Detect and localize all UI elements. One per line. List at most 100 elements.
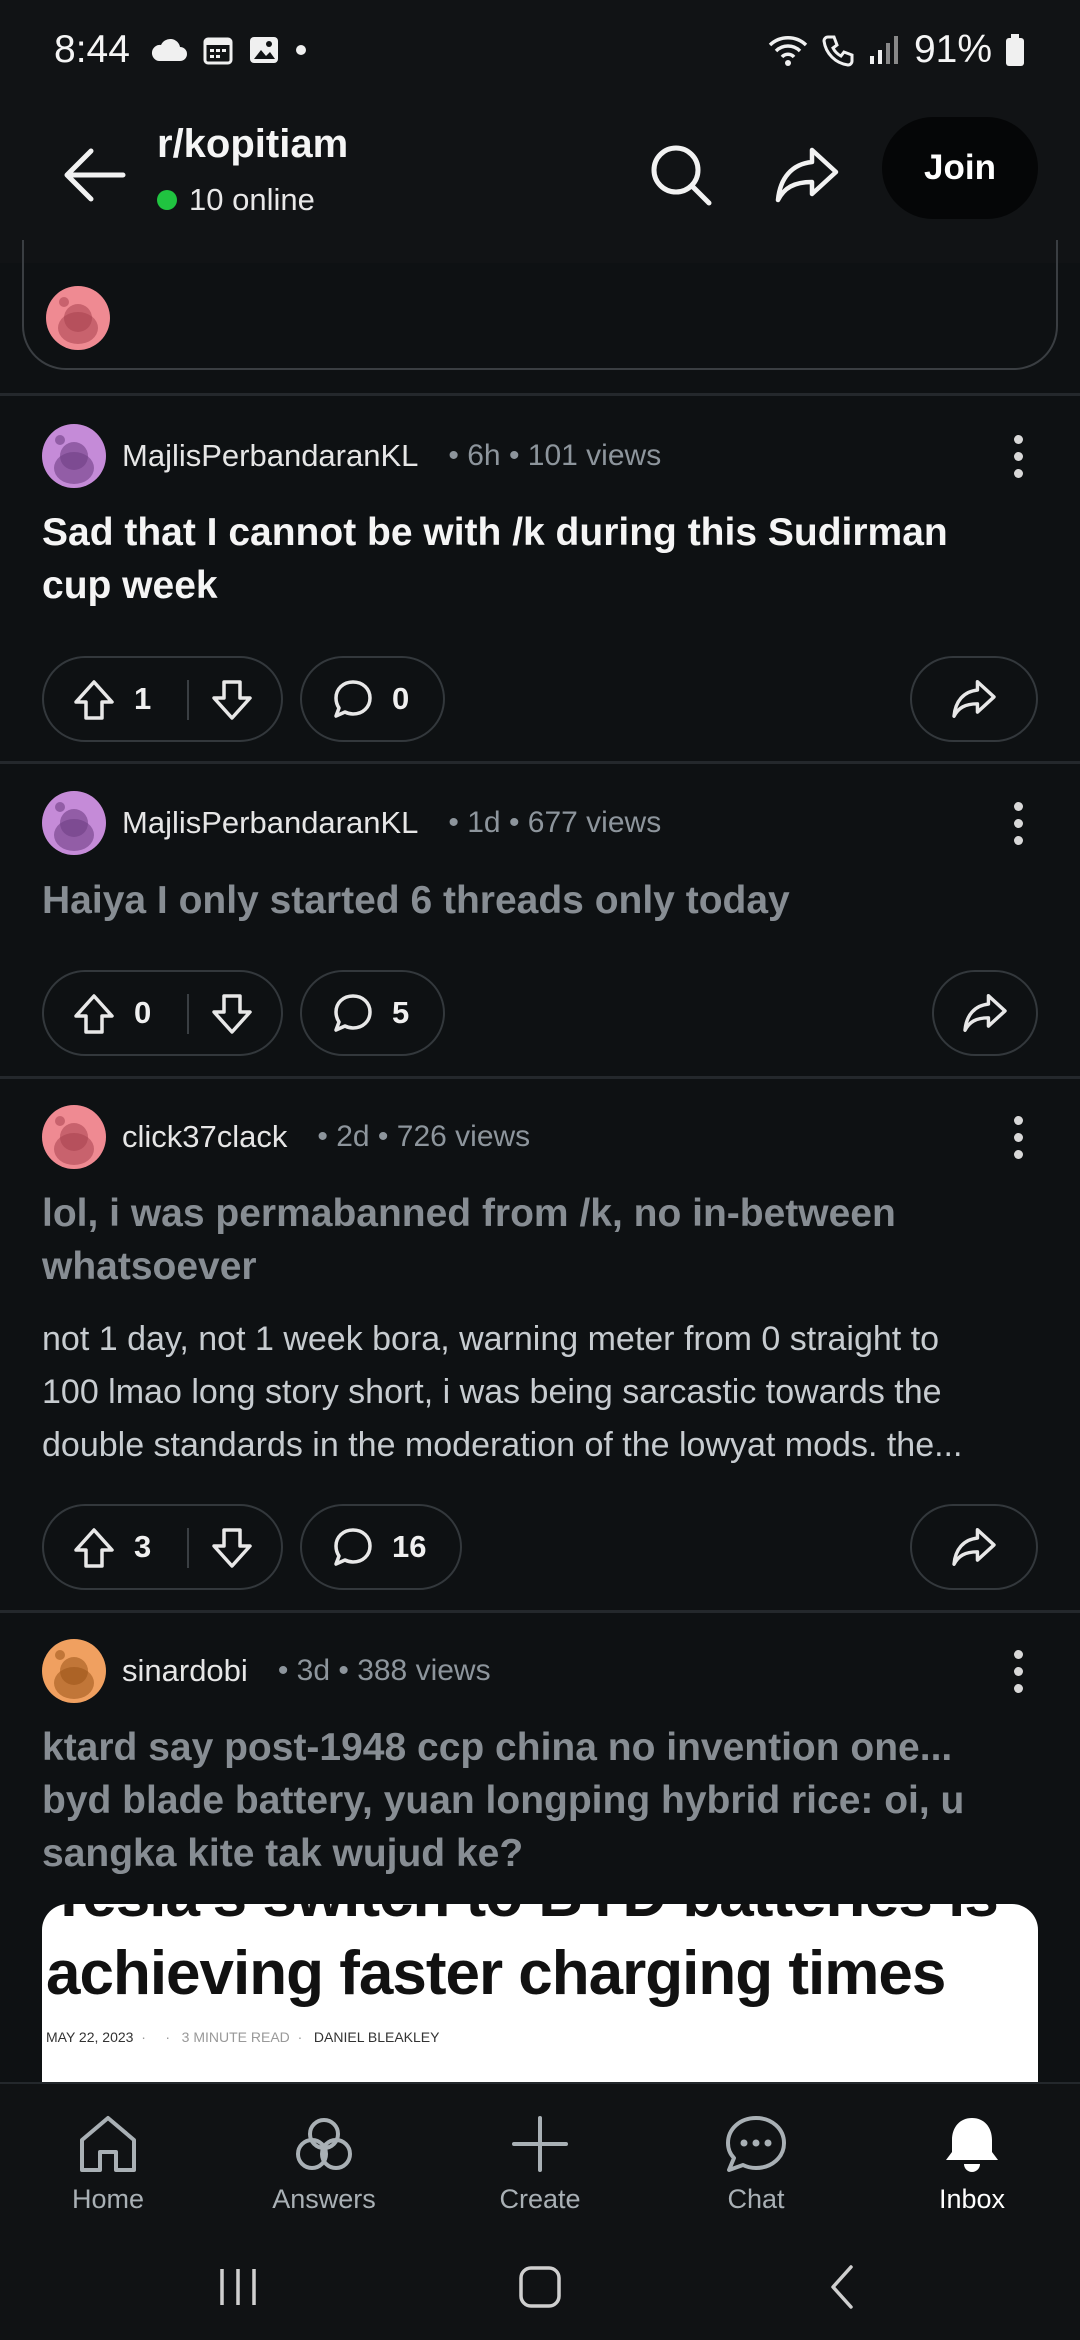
preview-read-time: 3 MINUTE READ	[181, 2029, 290, 2045]
join-button[interactable]: Join	[882, 117, 1038, 219]
more-options-button[interactable]	[998, 1105, 1038, 1169]
post-title-line: ktard say post-1948 ccp china no inventi…	[42, 1726, 953, 1769]
preview-author: DANIEL BLEAKLEY	[313, 2029, 440, 2045]
more-options-button[interactable]	[998, 424, 1038, 488]
post-username[interactable]: MajlisPerbandaranKL	[122, 438, 418, 474]
share-button[interactable]	[910, 656, 1038, 742]
post-title-line: byd blade battery, yuan longping hybrid …	[42, 1779, 965, 1822]
post-username[interactable]: MajlisPerbandaranKL	[122, 805, 418, 841]
home-icon	[80, 2116, 136, 2172]
post-card[interactable]: click37clack • 2d • 726 views lol, i was…	[0, 1079, 1080, 1611]
chevron-left-icon	[831, 2265, 853, 2309]
nav-answers[interactable]: Answers	[244, 2114, 404, 2215]
recent-apps-icon	[220, 2269, 256, 2305]
link-preview-card[interactable]: Tesla's switch to BYD batteries is achie…	[42, 1904, 1038, 2084]
online-dot-icon	[157, 190, 177, 210]
post-title-line: cup week	[42, 564, 218, 607]
arrow-left-icon	[64, 148, 126, 202]
bell-icon	[946, 2118, 998, 2172]
home-system-button[interactable]	[510, 2257, 570, 2317]
upvote-icon[interactable]	[72, 992, 116, 1036]
post-meta-info: • 2d • 726 views	[317, 1120, 531, 1153]
post-body-preview[interactable]: not 1 day, not 1 week bora, warning mete…	[42, 1313, 1042, 1472]
subreddit-name[interactable]: r/kopitiam	[157, 122, 348, 167]
downvote-icon[interactable]	[210, 1526, 254, 1570]
post-meta-info: • 3d • 388 views	[277, 1654, 491, 1687]
comment-icon	[334, 680, 372, 718]
nav-answers-label: Answers	[272, 2184, 376, 2214]
comment-icon	[334, 994, 372, 1032]
battery-icon	[1006, 34, 1024, 66]
post-body-line: double standards in the moderation of th…	[42, 1426, 963, 1464]
downvote-icon[interactable]	[210, 992, 254, 1036]
preview-byline: MAY 22, 2023 · · 3 MINUTE READ · DANIEL …	[46, 2029, 440, 2045]
status-bar: 8:44 91%	[0, 0, 1080, 100]
post-title-line: sangka kite tak wujud ke?	[42, 1832, 524, 1875]
avatar[interactable]	[42, 424, 106, 488]
vote-count: 0	[134, 995, 152, 1030]
back-button[interactable]	[55, 135, 135, 215]
comment-count: 16	[392, 1529, 427, 1564]
post-body-line: 100 lmao long story short, i was being s…	[42, 1373, 942, 1411]
nav-home[interactable]: Home	[28, 2114, 188, 2215]
vote-control: 3	[42, 1504, 283, 1590]
post-body-line: not 1 day, not 1 week bora, warning mete…	[42, 1320, 940, 1358]
comments-button[interactable]: 16	[300, 1504, 462, 1590]
online-count: 10 online	[157, 182, 315, 218]
preview-date: MAY 22, 2023	[46, 2029, 134, 2045]
chat-icon	[726, 2116, 786, 2172]
post-username[interactable]: click37clack	[122, 1119, 287, 1155]
share-arrow-icon	[963, 994, 1007, 1032]
post-composer[interactable]	[22, 240, 1058, 370]
bottom-navigation: Home Answers Create Chat Inbox	[0, 2082, 1080, 2227]
comments-button[interactable]: 5	[300, 970, 445, 1056]
more-options-button[interactable]	[998, 1639, 1038, 1703]
downvote-icon[interactable]	[210, 678, 254, 722]
post-title[interactable]: ktard say post-1948 ccp china no inventi…	[42, 1721, 1042, 1880]
avatar[interactable]	[42, 791, 106, 855]
avatar[interactable]	[42, 1639, 106, 1703]
wifi-icon	[768, 36, 808, 66]
user-avatar	[46, 286, 110, 350]
post-title[interactable]: lol, i was permabanned from /k, no in-be…	[42, 1187, 1042, 1293]
nav-create-label: Create	[499, 2184, 581, 2214]
post-actions: 1 0	[42, 656, 1038, 742]
nav-chat-label: Chat	[727, 2184, 785, 2214]
nav-inbox-label: Inbox	[938, 2184, 1006, 2214]
share-button[interactable]	[932, 970, 1038, 1056]
avatar[interactable]	[42, 1105, 106, 1169]
post-title-line: lol, i was permabanned from /k, no in-be…	[42, 1192, 896, 1235]
vote-divider	[187, 994, 189, 1034]
post-card[interactable]: MajlisPerbandaranKL • 6h • 101 views Sad…	[0, 396, 1080, 762]
search-icon	[651, 145, 712, 206]
post-username[interactable]: sinardobi	[122, 1653, 248, 1689]
vote-control: 0	[42, 970, 283, 1056]
upvote-icon[interactable]	[72, 678, 116, 722]
nav-chat[interactable]: Chat	[676, 2114, 836, 2215]
more-options-button[interactable]	[998, 791, 1038, 855]
post-card[interactable]: MajlisPerbandaranKL • 1d • 677 views Hai…	[0, 764, 1080, 1076]
snoo-avatar-icon	[54, 802, 94, 851]
post-title[interactable]: Sad that I cannot be with /k during this…	[42, 506, 1042, 612]
share-subreddit-button[interactable]	[762, 130, 852, 220]
search-button[interactable]	[636, 130, 726, 220]
snoo-avatar-icon	[54, 1116, 94, 1165]
post-title-line: whatsoever	[42, 1245, 257, 1288]
snoo-avatar-icon	[58, 297, 98, 344]
post-title[interactable]: Haiya I only started 6 threads only toda…	[42, 874, 1042, 927]
snoo-avatar-icon	[54, 1650, 94, 1699]
upvote-icon[interactable]	[72, 1526, 116, 1570]
status-time: 8:44	[54, 28, 130, 71]
vote-control: 1	[42, 656, 283, 742]
back-system-button[interactable]	[812, 2257, 872, 2317]
comments-button[interactable]: 0	[300, 656, 445, 742]
recent-apps-button[interactable]	[208, 2257, 268, 2317]
nav-create[interactable]: Create	[460, 2114, 620, 2215]
post-title-line: Sad that I cannot be with /k during this…	[42, 511, 948, 554]
post-title-line: Haiya I only started 6 threads only toda…	[42, 879, 790, 922]
share-button[interactable]	[910, 1504, 1038, 1590]
nav-inbox[interactable]: Inbox	[892, 2114, 1052, 2215]
plus-icon	[512, 2116, 568, 2172]
system-navigation-bar	[0, 2227, 1080, 2340]
share-arrow-icon	[952, 1528, 996, 1566]
